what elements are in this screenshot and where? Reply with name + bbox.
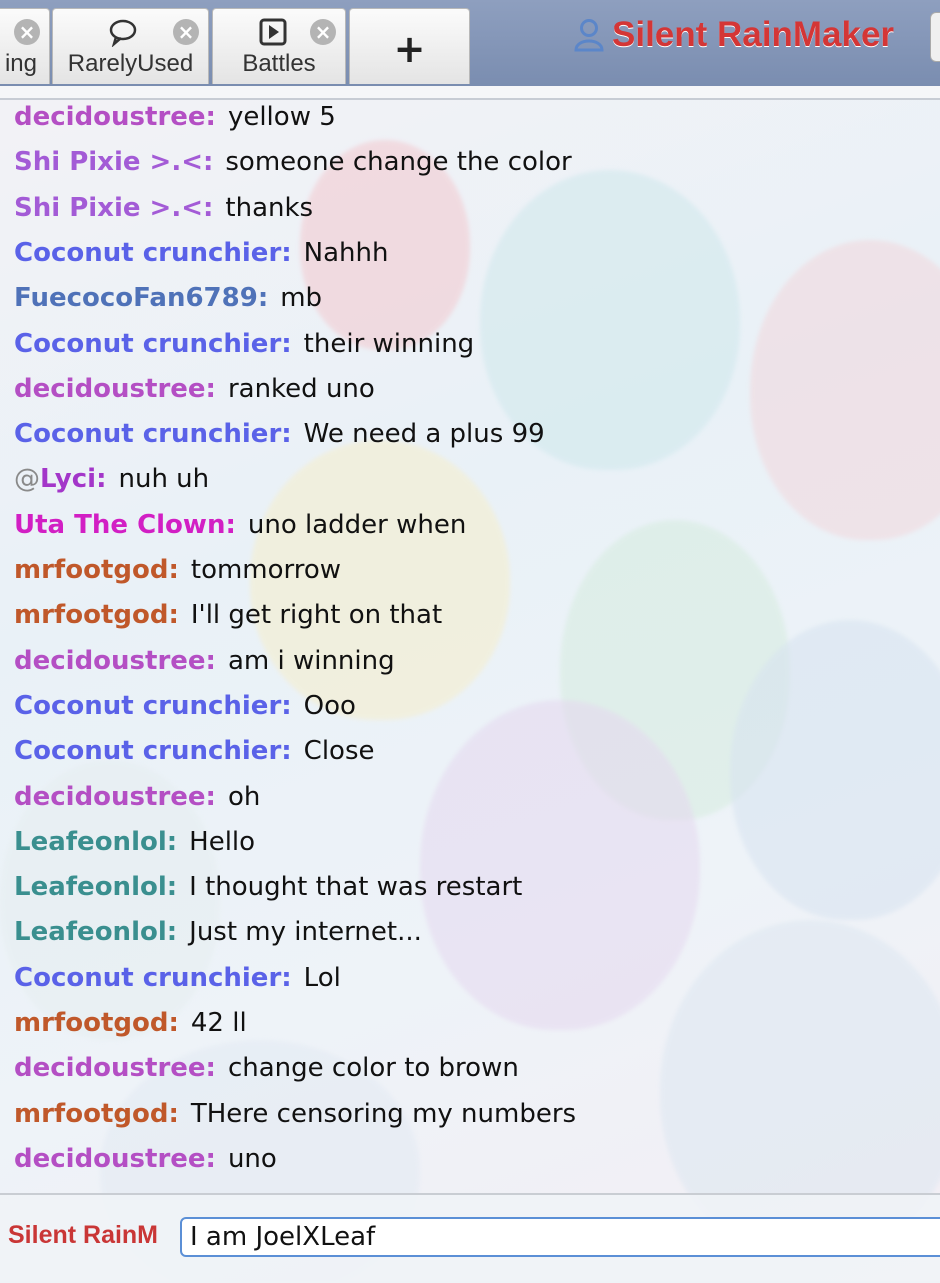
- chat-message: mrfootgod: 42 ll: [14, 1008, 247, 1038]
- chat-message: decidoustree: am i winning: [14, 646, 395, 676]
- message-username[interactable]: Uta The Clown:: [14, 510, 236, 540]
- message-text: someone change the color: [225, 147, 572, 178]
- chat-message: Leafeonlol: Just my internet...: [14, 917, 422, 947]
- message-text: uno ladder when: [247, 509, 467, 540]
- message-username[interactable]: Shi Pixie >.<:: [14, 193, 213, 223]
- chat-message: @Lyci: nuh uh: [14, 464, 209, 494]
- message-username[interactable]: Coconut crunchier:: [14, 238, 292, 268]
- chat-message: Coconut crunchier: Lol: [14, 963, 341, 993]
- chat-bubble-icon: [109, 19, 137, 47]
- message-username[interactable]: decidoustree:: [14, 374, 216, 404]
- message-text: Nahhh: [303, 237, 389, 268]
- message-username[interactable]: Coconut crunchier:: [14, 691, 292, 721]
- user-menu[interactable]: Silent RainMaker: [574, 12, 894, 58]
- message-username[interactable]: mrfootgod:: [14, 1008, 179, 1038]
- message-text: change color to brown: [227, 1053, 519, 1084]
- chat-message: decidoustree: uno: [14, 1144, 277, 1174]
- compose-username: Silent RainM: [8, 1221, 159, 1249]
- message-text: nuh uh: [118, 464, 210, 495]
- message-text: yellow 5: [227, 102, 336, 132]
- tab-battles[interactable]: × Battles: [212, 8, 346, 84]
- message-username[interactable]: decidoustree:: [14, 782, 216, 812]
- message-text: ranked uno: [227, 373, 375, 404]
- chat-message: decidoustree: ranked uno: [14, 374, 375, 404]
- plus-icon: +: [393, 27, 426, 71]
- chat-message: mrfootgod: tommorrow: [14, 555, 341, 585]
- chat-message: Shi Pixie >.<: thanks: [14, 193, 313, 223]
- message-username[interactable]: mrfootgod:: [14, 600, 179, 630]
- chat-compose: Silent RainM: [0, 1193, 940, 1283]
- chat-message: Coconut crunchier: their winning: [14, 329, 474, 359]
- chat-message: Leafeonlol: I thought that was restart: [14, 872, 522, 902]
- tab-bar-border: [0, 86, 940, 100]
- message-text: am i winning: [227, 645, 395, 676]
- chat-message: mrfootgod: THere censoring my numbers: [14, 1099, 576, 1129]
- message-text: I thought that was restart: [189, 872, 523, 903]
- tab-label: Battles: [242, 50, 316, 77]
- message-username[interactable]: Coconut crunchier:: [14, 329, 292, 359]
- chat-input[interactable]: [180, 1217, 940, 1257]
- tab-chat-partial[interactable]: ing ×: [0, 8, 50, 84]
- message-username[interactable]: Leafeonlol:: [14, 917, 177, 947]
- message-username[interactable]: Shi Pixie >.<:: [14, 147, 213, 177]
- message-username[interactable]: decidoustree:: [14, 1053, 216, 1083]
- message-username[interactable]: mrfootgod:: [14, 1099, 179, 1129]
- mention-prefix: @: [14, 464, 40, 495]
- message-text: We need a plus 99: [303, 419, 545, 450]
- message-username[interactable]: decidoustree:: [14, 102, 216, 132]
- options-button[interactable]: [930, 12, 940, 62]
- chat-message: Shi Pixie >.<: someone change the color: [14, 147, 572, 177]
- message-username[interactable]: Coconut crunchier:: [14, 963, 292, 993]
- tab-label: ing: [4, 50, 37, 77]
- message-text: Close: [303, 736, 375, 767]
- chat-message: mrfootgod: I'll get right on that: [14, 600, 442, 630]
- message-username[interactable]: mrfootgod:: [14, 555, 179, 585]
- message-text: THere censoring my numbers: [190, 1098, 577, 1129]
- message-username[interactable]: decidoustree:: [14, 1144, 216, 1174]
- message-text: uno: [227, 1143, 277, 1174]
- message-username[interactable]: decidoustree:: [14, 646, 216, 676]
- message-text: 42 ll: [190, 1008, 247, 1038]
- message-text: oh: [227, 781, 261, 812]
- new-tab-button[interactable]: +: [349, 8, 470, 84]
- message-username[interactable]: Lyci:: [40, 464, 106, 494]
- chat-message: Coconut crunchier: Ooo: [14, 691, 356, 721]
- chat-message: Coconut crunchier: Close: [14, 736, 375, 766]
- message-text: tommorrow: [190, 555, 342, 585]
- chat-message: decidoustree: change color to brown: [14, 1053, 519, 1083]
- tab-label: RarelyUsed: [67, 50, 194, 77]
- chat-message: Coconut crunchier: We need a plus 99: [14, 419, 545, 449]
- chat-message: decidoustree: yellow 5: [14, 102, 336, 132]
- message-text: Just my internet...: [189, 917, 422, 948]
- play-icon: [259, 18, 287, 46]
- message-text: I'll get right on that: [190, 600, 443, 631]
- user-icon: [574, 19, 604, 52]
- message-text: Hello: [189, 826, 256, 857]
- tab-rarelyused[interactable]: × RarelyUsed: [52, 8, 209, 84]
- chat-message: FuecocoFan6789: mb: [14, 283, 322, 313]
- message-username[interactable]: Coconut crunchier:: [14, 419, 292, 449]
- username: Silent RainMaker: [612, 15, 895, 54]
- message-text: their winning: [303, 328, 475, 359]
- message-username[interactable]: Leafeonlol:: [14, 827, 177, 857]
- message-text: thanks: [225, 192, 314, 223]
- message-username[interactable]: FuecocoFan6789:: [14, 283, 268, 313]
- chat-message: decidoustree: oh: [14, 782, 260, 812]
- message-username[interactable]: Coconut crunchier:: [14, 736, 292, 766]
- close-icon[interactable]: ×: [310, 19, 336, 45]
- message-text: Lol: [303, 962, 341, 993]
- message-text: mb: [280, 283, 323, 314]
- chat-message: Leafeonlol: Hello: [14, 827, 255, 857]
- message-text: Ooo: [303, 690, 356, 721]
- chat-message: Uta The Clown: uno ladder when: [14, 510, 466, 540]
- close-icon[interactable]: ×: [14, 19, 40, 45]
- chat-log[interactable]: decidoustree: yellow 5 Shi Pixie >.<: someo…: [0, 100, 940, 1193]
- chat-message: Coconut crunchier: Nahhh: [14, 238, 389, 268]
- message-username[interactable]: Leafeonlol:: [14, 872, 177, 902]
- close-icon[interactable]: ×: [173, 19, 199, 45]
